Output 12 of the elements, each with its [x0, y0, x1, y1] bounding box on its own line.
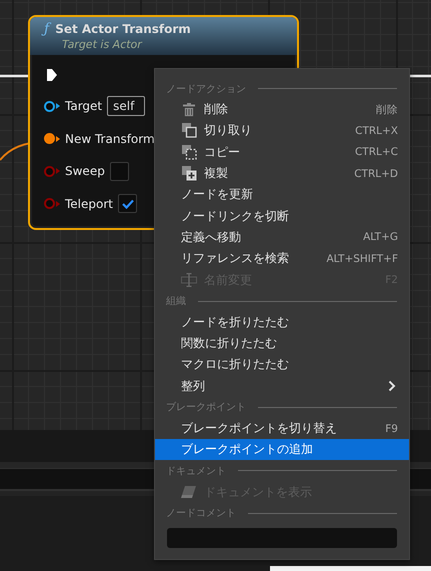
section-heading: 組織 — [166, 294, 186, 308]
function-icon: ƒ — [44, 21, 50, 37]
section-heading: ブレークポイント — [166, 400, 246, 414]
section-heading: ノードコメント — [166, 507, 236, 520]
pin-label: Target — [65, 99, 102, 114]
pin-label: New Transform — [65, 132, 155, 146]
section-heading: ノードアクション — [166, 82, 246, 96]
section-heading: ドキュメント — [166, 464, 226, 478]
node-title: Set Actor Transform — [55, 21, 191, 37]
node-subtitle: Target is Actor — [62, 37, 144, 52]
pin-label: Sweep — [65, 164, 105, 178]
pin-label: Teleport — [65, 196, 113, 211]
